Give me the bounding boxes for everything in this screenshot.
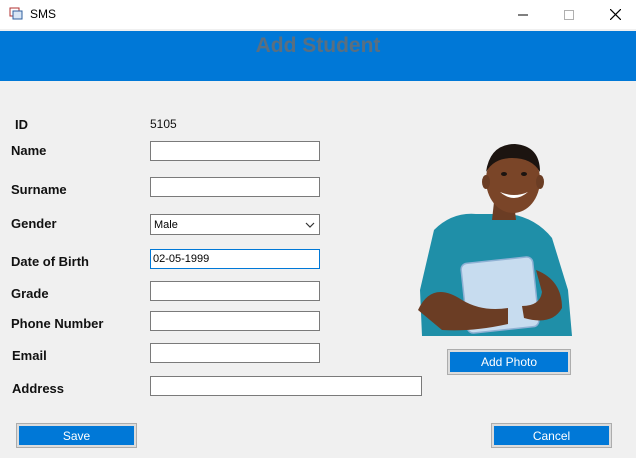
chevron-down-icon <box>305 222 315 228</box>
dob-label: Date of Birth <box>11 254 89 269</box>
name-label: Name <box>11 143 47 158</box>
gender-select[interactable]: Male <box>150 214 320 235</box>
email-label: Email <box>12 348 47 363</box>
surname-field[interactable] <box>150 177 320 197</box>
save-button[interactable]: Save <box>16 423 137 448</box>
app-icon <box>9 7 23 20</box>
email-field[interactable] <box>150 343 320 363</box>
gender-selected-value: Male <box>154 219 178 231</box>
id-value: 5105 <box>150 117 177 131</box>
id-label: ID <box>15 117 28 132</box>
close-button[interactable] <box>592 0 636 29</box>
maximize-button[interactable] <box>546 0 592 29</box>
student-photo <box>418 144 572 336</box>
minimize-icon <box>518 14 528 15</box>
grade-label: Grade <box>11 286 49 301</box>
add-photo-label: Add Photo <box>450 352 568 372</box>
maximize-icon <box>564 9 574 20</box>
surname-label: Surname <box>11 182 67 197</box>
window-title: SMS <box>30 7 57 21</box>
cancel-label: Cancel <box>494 426 609 445</box>
dob-field[interactable] <box>150 249 320 269</box>
minimize-button[interactable] <box>500 0 546 29</box>
address-label: Address <box>12 381 65 396</box>
page-title: Add Student <box>255 34 381 57</box>
grade-field[interactable] <box>150 281 320 301</box>
address-field[interactable] <box>150 376 422 396</box>
phone-field[interactable] <box>150 311 320 331</box>
save-label: Save <box>19 426 134 445</box>
phone-label: Phone Number <box>11 316 104 331</box>
header-banner: Add Student <box>0 31 636 81</box>
name-field[interactable] <box>150 141 320 161</box>
title-bar: SMS <box>0 0 636 29</box>
gender-label: Gender <box>11 216 57 231</box>
cancel-button[interactable]: Cancel <box>491 423 612 448</box>
add-student-window: SMS Add Student ID 5105 Name Surname Gen… <box>0 0 636 458</box>
add-photo-button[interactable]: Add Photo <box>447 349 571 375</box>
close-icon <box>609 9 621 20</box>
